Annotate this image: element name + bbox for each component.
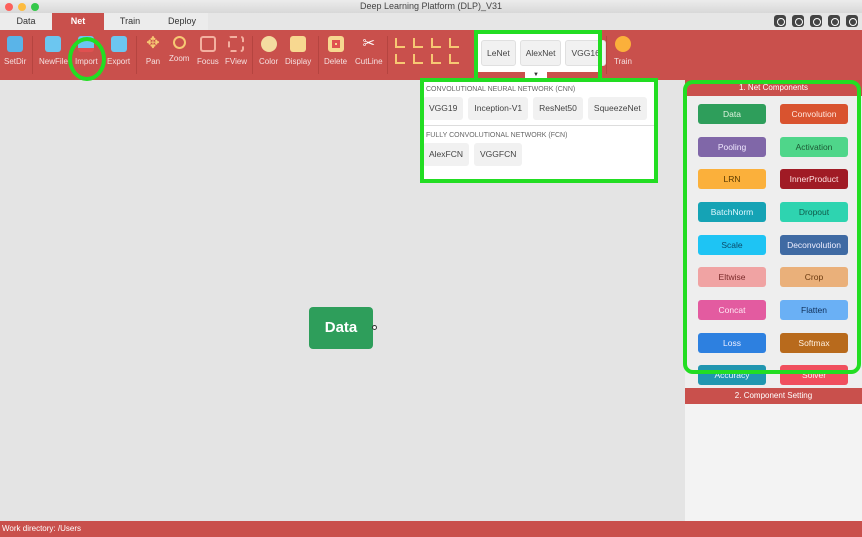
export-icon	[110, 36, 127, 52]
component-flatten-button[interactable]: Flatten	[780, 299, 848, 320]
train-button[interactable]: Train	[614, 36, 632, 66]
align-middle-icon[interactable]	[413, 54, 423, 64]
delete-button[interactable]: Delete	[324, 36, 347, 66]
component-dropout-button[interactable]: Dropout	[780, 201, 848, 222]
export-button[interactable]: Export	[107, 36, 130, 66]
components-grid: Data Convolution Pooling Activation LRN Inner…	[685, 96, 862, 388]
import-icon	[78, 36, 95, 52]
component-concat-button[interactable]: Concat	[698, 299, 766, 320]
compass-icon[interactable]	[792, 15, 804, 27]
settings-icon[interactable]	[774, 15, 786, 27]
tab-data[interactable]: Data	[0, 13, 52, 30]
distribute-v-icon[interactable]	[449, 54, 459, 64]
component-pooling-button[interactable]: Pooling	[698, 136, 766, 157]
palette-icon	[260, 36, 277, 52]
cutline-button[interactable]: ✂ CutLine	[355, 35, 383, 67]
waveform-icon	[614, 36, 631, 52]
component-deconvolution-button[interactable]: Deconvolution	[780, 234, 848, 255]
pan-button[interactable]: ✥ Pan	[145, 35, 161, 67]
align-center-icon[interactable]	[413, 38, 423, 48]
import-button[interactable]: Import	[75, 36, 98, 66]
minimize-window-button[interactable]	[18, 3, 26, 11]
component-accuracy-button[interactable]: Accuracy	[698, 365, 766, 386]
magnifier-icon	[172, 36, 186, 49]
fview-button[interactable]: FView	[225, 36, 247, 66]
tab-deploy[interactable]: Deploy	[156, 13, 208, 30]
component-softmax-button[interactable]: Softmax	[780, 332, 848, 353]
right-panel: 1. Net Components Data Convolution Pooling…	[685, 80, 862, 521]
vggfcn-button[interactable]: VGGFCN	[474, 143, 523, 166]
align-top-icon[interactable]	[395, 54, 405, 64]
align-left-icon[interactable]	[395, 38, 405, 48]
wechat-icon[interactable]	[810, 15, 822, 27]
vgg16-button[interactable]: VGG16	[565, 40, 606, 66]
node-output-port[interactable]	[372, 325, 377, 330]
vgg19-button[interactable]: VGG19	[423, 97, 464, 120]
scissors-icon: ✂	[362, 35, 376, 52]
maximize-window-button[interactable]	[31, 3, 39, 11]
tab-bar: Data Net Train Deploy	[0, 13, 862, 30]
display-button[interactable]: Display	[285, 36, 311, 66]
align-tools	[395, 38, 461, 64]
tab-train[interactable]: Train	[104, 13, 156, 30]
delete-icon	[327, 36, 344, 52]
component-solver-button[interactable]: Solver	[780, 365, 848, 386]
net-dropdown-panel: CONVOLUTIONAL NEURAL NETWORK (CNN) VGG19…	[420, 80, 656, 181]
component-innerproduct-button[interactable]: InnerProduct	[780, 169, 848, 190]
alexfcn-button[interactable]: AlexFCN	[423, 143, 470, 166]
component-data-button[interactable]: Data	[698, 104, 766, 124]
fit-view-icon	[228, 36, 245, 52]
align-bottom-icon[interactable]	[431, 54, 441, 64]
squeezenet-button[interactable]: SqueezeNet	[587, 97, 647, 120]
tab-net[interactable]: Net	[52, 13, 104, 30]
lenet-button[interactable]: LeNet	[481, 40, 516, 66]
focus-button[interactable]: Focus	[197, 36, 219, 66]
move-icon: ✥	[146, 35, 160, 52]
toolbar: SetDir NewFile Import Export ✥ Pan Zoom F…	[0, 30, 862, 80]
resnet50-button[interactable]: ResNet50	[533, 97, 583, 120]
list-icon	[290, 36, 307, 52]
zoom-button[interactable]: Zoom	[169, 36, 189, 63]
distribute-h-icon[interactable]	[449, 38, 459, 48]
cnn-section-title: CONVOLUTIONAL NEURAL NETWORK (CNN)	[426, 86, 576, 93]
newfile-button[interactable]: NewFile	[39, 36, 68, 66]
component-setting-header[interactable]: 2. Component Setting	[685, 388, 862, 404]
component-convolution-button[interactable]: Convolution	[780, 104, 848, 124]
fcn-section-title: FULLY CONVOLUTIONAL NETWORK (FCN)	[426, 132, 568, 139]
new-file-icon	[45, 36, 62, 52]
mail-icon[interactable]	[828, 15, 840, 27]
inception-v1-button[interactable]: Inception-V1	[468, 97, 529, 120]
window-title: Deep Learning Platform (DLP)_V31	[359, 1, 503, 11]
setdir-button[interactable]: SetDir	[4, 36, 26, 66]
title-bar: Deep Learning Platform (DLP)_V31	[0, 0, 862, 13]
data-node[interactable]: Data	[309, 307, 373, 349]
component-scale-button[interactable]: Scale	[698, 234, 766, 255]
net-components-header[interactable]: 1. Net Components	[685, 80, 862, 96]
status-bar: Work directory: /Users	[0, 521, 862, 537]
focus-icon	[199, 36, 216, 52]
component-eltwise-button[interactable]: Eltwise	[698, 267, 766, 288]
alexnet-button[interactable]: AlexNet	[519, 40, 562, 66]
component-batchnorm-button[interactable]: BatchNorm	[698, 201, 766, 222]
quick-net-group: LeNet AlexNet VGG16	[478, 34, 606, 72]
more-nets-dropdown[interactable]: ▼	[525, 72, 547, 79]
close-window-button[interactable]	[5, 3, 13, 11]
refresh-icon[interactable]	[846, 15, 858, 27]
folder-icon	[7, 36, 24, 52]
component-crop-button[interactable]: Crop	[780, 267, 848, 288]
align-right-icon[interactable]	[431, 38, 441, 48]
component-loss-button[interactable]: Loss	[698, 332, 766, 353]
color-button[interactable]: Color	[259, 36, 278, 66]
component-activation-button[interactable]: Activation	[780, 136, 848, 157]
component-lrn-button[interactable]: LRN	[698, 169, 766, 190]
